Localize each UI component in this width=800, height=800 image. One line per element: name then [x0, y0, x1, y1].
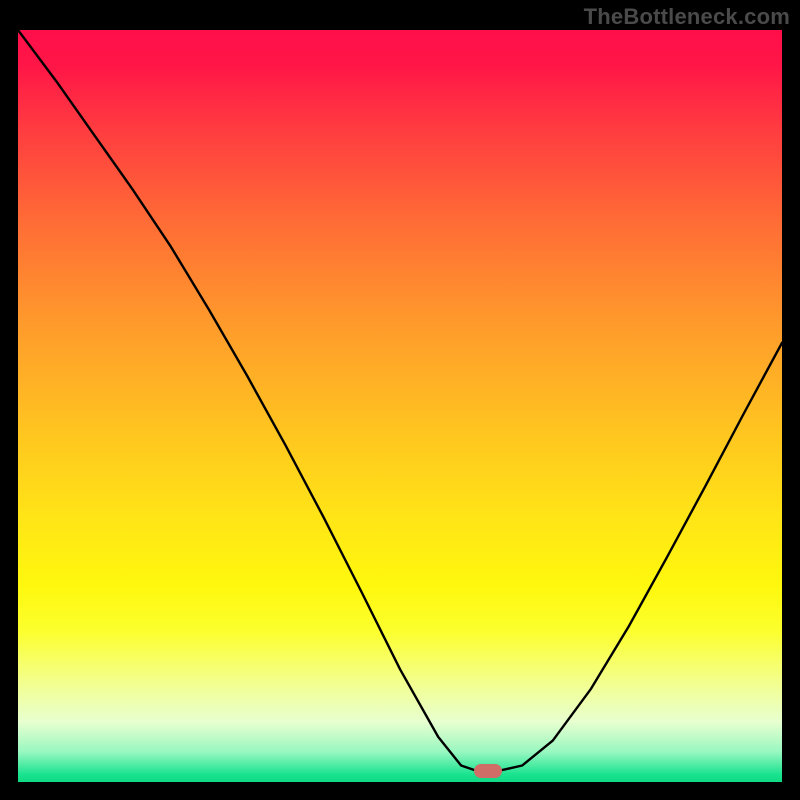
chart-stage: TheBottleneck.com — [0, 0, 800, 800]
optimal-marker — [474, 764, 502, 778]
plot-area — [18, 30, 782, 782]
watermark-text: TheBottleneck.com — [584, 4, 790, 30]
curve-svg — [18, 30, 782, 782]
bottleneck-curve — [18, 30, 782, 771]
